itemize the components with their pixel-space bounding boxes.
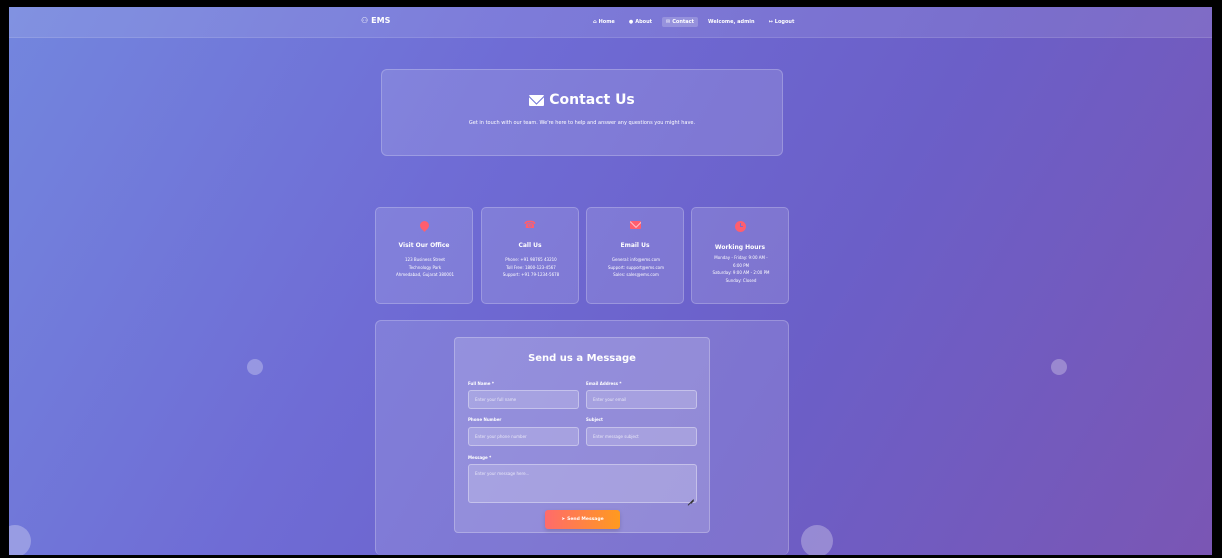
phone-input[interactable]: Enter your phone number: [468, 427, 579, 446]
card-line: Phone: +91 98765 43210: [505, 257, 557, 262]
map-pin-icon: [417, 219, 431, 232]
card-lines: 123 Business Street Technology Park Ahme…: [380, 256, 470, 279]
full-name-input[interactable]: Enter your full name: [468, 390, 579, 409]
envelope-icon: [529, 94, 545, 106]
subject-input[interactable]: Enter message subject: [586, 427, 697, 446]
card-line: 123 Business Street: [405, 257, 445, 262]
hours-card: Working Hours Monday - Friday: 9:00 AM -…: [691, 207, 789, 304]
card-title: Working Hours: [714, 244, 766, 251]
brand-link[interactable]: ⚇ EMS: [361, 16, 390, 25]
navbar: ⚇ EMS ⌂ Home ● About ✉ Contact Welcome, …: [9, 7, 1212, 38]
form-title: Send us a Message: [528, 353, 636, 364]
nav-contact[interactable]: ✉ Contact: [662, 17, 699, 27]
welcome-text: Welcome, admin: [704, 17, 759, 27]
users-icon: ⚇: [361, 16, 369, 25]
page-subtitle: Get in touch with our team. We're here t…: [468, 120, 696, 126]
card-lines: Phone: +91 98765 43210 Toll Free: 1800-1…: [486, 256, 576, 279]
card-lines: General: info@ems.com Support: support@e…: [591, 256, 681, 279]
card-line: Sunday: Closed: [725, 277, 757, 283]
card-line: Ahmedabad, Gujarat 380001: [395, 272, 455, 278]
message-placeholder: Enter your message here...: [475, 471, 530, 476]
envelope-icon: [629, 221, 641, 229]
nav-contact-label: Contact: [672, 19, 695, 25]
brand-label: EMS: [371, 16, 391, 25]
full-name-label: Full Name *: [468, 381, 494, 386]
card-line: General: info@ems.com: [611, 257, 661, 262]
send-message-button[interactable]: ➤ Send Message: [545, 510, 620, 529]
card-title: Call Us: [518, 242, 542, 249]
clock-icon: [734, 221, 746, 232]
subject-label: Subject: [586, 417, 603, 422]
phone-icon: ☎: [523, 220, 537, 231]
call-card: ☎ Call Us Phone: +91 98765 43210 Toll Fr…: [481, 207, 579, 304]
card-line: Technology Park: [408, 264, 442, 270]
page-title-text: Contact Us: [549, 92, 635, 108]
card-title: Visit Our Office: [398, 242, 450, 249]
nav-links: ⌂ Home ● About ✉ Contact Welcome, admin …: [589, 17, 798, 27]
nav-logout-label: Logout: [774, 19, 795, 25]
card-line: Support: +91 79-1234-5678: [502, 272, 560, 278]
page-frame: ⚇ EMS ⌂ Home ● About ✉ Contact Welcome, …: [9, 7, 1212, 555]
phone-label: Phone Number: [468, 417, 502, 422]
card-line: 6:00 PM: [732, 262, 750, 268]
card-line: Monday - Friday: 9:00 AM -: [714, 255, 768, 260]
decorative-bubble: [247, 359, 263, 375]
card-line: Toll Free: 1800-123-4567: [506, 264, 556, 270]
office-card: Visit Our Office 123 Business Street Tec…: [375, 207, 473, 304]
email-input[interactable]: Enter your email: [586, 390, 697, 409]
page-title: Contact Us: [382, 92, 782, 108]
email-label: Email Address *: [586, 381, 622, 386]
decorative-bubble: [1051, 359, 1067, 375]
nav-home[interactable]: ⌂ Home: [589, 17, 619, 27]
info-icon: ●: [628, 19, 634, 25]
nav-logout[interactable]: ↦ Logout: [765, 17, 799, 27]
decorative-bubble: [801, 525, 833, 555]
welcome-label: Welcome, admin: [708, 19, 755, 25]
nav-home-label: Home: [598, 19, 615, 25]
send-message-label: Send Message: [567, 517, 604, 522]
contact-hero: Contact Us Get in touch with our team. W…: [381, 69, 783, 156]
resize-handle-icon[interactable]: [688, 494, 694, 500]
card-line: Support: support@ems.com: [607, 264, 665, 270]
nav-about-label: About: [635, 19, 653, 25]
contact-form: Send us a Message Full Name * Enter your…: [454, 337, 710, 533]
card-line: Saturday: 9:00 AM - 2:00 PM: [712, 270, 770, 276]
message-textarea[interactable]: Enter your message here...: [468, 464, 697, 503]
envelope-icon: ✉: [666, 19, 671, 25]
nav-about[interactable]: ● About: [625, 17, 656, 27]
email-card: Email Us General: info@ems.com Support: …: [586, 207, 684, 304]
home-icon: ⌂: [593, 19, 597, 25]
message-label: Message *: [468, 455, 492, 460]
decorative-bubble: [9, 525, 31, 555]
logout-icon: ↦: [768, 19, 773, 25]
card-title: Email Us: [620, 242, 650, 249]
paper-plane-icon: ➤: [561, 517, 566, 522]
card-lines: Monday - Friday: 9:00 AM - 6:00 PM Satur…: [696, 254, 786, 284]
card-line: Sales: sales@ems.com: [613, 272, 659, 278]
